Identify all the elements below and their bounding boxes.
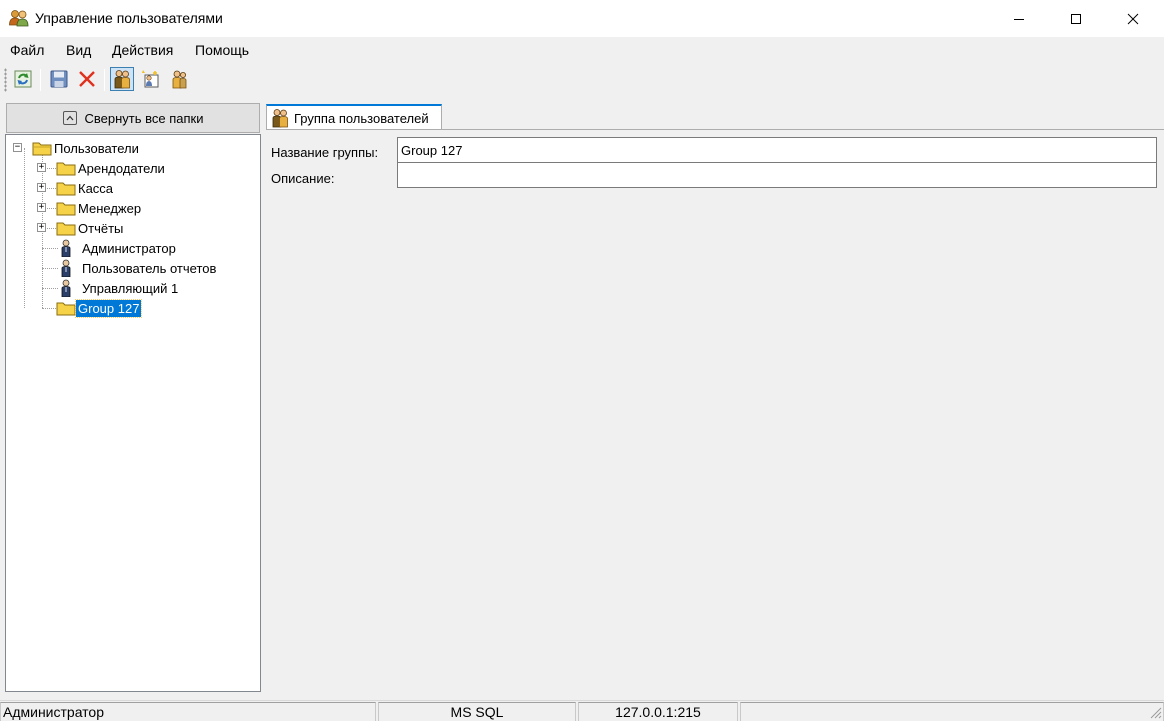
- collapse-all-folders-label: Свернуть все папки: [84, 110, 204, 126]
- resize-grip-icon[interactable]: [1150, 707, 1162, 719]
- tree-expand-toggle[interactable]: +: [37, 203, 46, 212]
- user-icon: [61, 239, 71, 257]
- tab-user-group[interactable]: Группа пользователей: [266, 104, 442, 130]
- status-server: 127.0.0.1:215: [578, 702, 738, 721]
- tree-item-label: Управляющий 1: [82, 280, 179, 296]
- menu-help[interactable]: Помощь: [195, 42, 249, 58]
- delete-button[interactable]: [75, 67, 99, 91]
- status-empty: [740, 702, 1164, 721]
- tree-connector: [42, 288, 58, 289]
- tab-label: Группа пользователей: [294, 110, 429, 126]
- tree-item-folder[interactable]: Арендодатели: [56, 158, 167, 178]
- users-group-icon: [9, 9, 29, 27]
- folder-open-icon: [32, 142, 52, 156]
- tree-item-label: Пользователь отчетов: [82, 260, 217, 276]
- new-folder-button[interactable]: [139, 67, 163, 91]
- tree-connector: [42, 268, 58, 269]
- maximize-icon: [1071, 13, 1081, 24]
- description-label: Описание:: [271, 171, 335, 186]
- toolbar: [0, 63, 1164, 97]
- close-icon: [1127, 13, 1139, 24]
- status-server-text: 127.0.0.1:215: [615, 704, 701, 720]
- tree-item-label: Group 127: [74, 298, 143, 318]
- collapse-all-folders-button[interactable]: Свернуть все папки: [6, 103, 260, 133]
- folder-icon: [56, 182, 76, 196]
- tree-item-label: Пользователи: [54, 140, 139, 156]
- tree-item-label: Отчёты: [78, 220, 124, 236]
- title-bar: Управление пользователями: [0, 0, 1164, 37]
- tree-item-label: Администратор: [82, 240, 176, 256]
- tree-expand-toggle[interactable]: +: [37, 183, 46, 192]
- status-bar: Администратор MS SQL 127.0.0.1:215: [0, 700, 1164, 721]
- close-button[interactable]: [1104, 0, 1162, 37]
- menu-actions[interactable]: Действия: [112, 42, 173, 58]
- tree-item-user[interactable]: Администратор: [58, 238, 178, 258]
- tree-collapse-toggle[interactable]: −: [13, 143, 22, 152]
- tree-item-root[interactable]: Пользователи: [32, 138, 141, 158]
- user-group-button[interactable]: [110, 67, 134, 91]
- tree-expand-toggle[interactable]: +: [37, 163, 46, 172]
- toolbar-separator: [40, 69, 41, 91]
- status-db-text: MS SQL: [450, 704, 504, 720]
- menu-view[interactable]: Вид: [66, 42, 91, 58]
- minimize-button[interactable]: [990, 0, 1048, 37]
- refresh-icon: [14, 70, 32, 88]
- tree-item-label: Касса: [78, 180, 114, 196]
- delete-icon: [79, 71, 95, 87]
- tree-item-user[interactable]: Пользователь отчетов: [58, 258, 218, 278]
- group-name-label: Название группы:: [271, 145, 379, 160]
- new-folder-icon: [142, 70, 159, 88]
- group-name-input[interactable]: [397, 137, 1157, 163]
- user-icon: [61, 259, 71, 277]
- minimize-icon: [1014, 18, 1024, 20]
- user-group-icon: [114, 70, 130, 89]
- tab-panel-border: [266, 129, 1164, 130]
- status-db: MS SQL: [378, 702, 576, 721]
- menu-bar: Файл Вид Действия Помощь: [0, 37, 1164, 63]
- maximize-button[interactable]: [1047, 0, 1105, 37]
- user-tree[interactable]: − Пользователи + Арендодатели + Касса + …: [5, 134, 261, 692]
- menu-file[interactable]: Файл: [10, 42, 44, 58]
- user-icon: [61, 279, 71, 297]
- tree-item-label: Менеджер: [78, 200, 142, 216]
- tree-item-folder[interactable]: Менеджер: [56, 198, 143, 218]
- folder-icon: [56, 222, 76, 236]
- description-input[interactable]: [397, 162, 1157, 188]
- tree-item-user[interactable]: Управляющий 1: [58, 278, 180, 298]
- tree-item-folder[interactable]: Отчёты: [56, 218, 125, 238]
- new-user-icon: [172, 70, 187, 89]
- save-icon: [50, 70, 68, 88]
- tree-item-folder[interactable]: Касса: [56, 178, 115, 198]
- status-user-text: Администратор: [3, 704, 105, 720]
- new-user-button[interactable]: [167, 67, 191, 91]
- toolbar-grip[interactable]: [4, 68, 7, 92]
- folder-icon: [56, 302, 76, 316]
- window-title: Управление пользователями: [35, 10, 223, 26]
- refresh-button[interactable]: [11, 67, 35, 91]
- toolbar-separator: [104, 69, 105, 91]
- tree-connector: [42, 248, 58, 249]
- tree-item-group-selected[interactable]: Group 127: [56, 298, 143, 318]
- tree-item-label: Арендодатели: [78, 160, 165, 176]
- tree-connector: [24, 148, 25, 308]
- save-button[interactable]: [47, 67, 71, 91]
- tree-expand-toggle[interactable]: +: [37, 223, 46, 232]
- status-user: Администратор: [0, 702, 376, 721]
- chevron-up-icon: [62, 111, 77, 125]
- user-group-icon: [272, 109, 288, 128]
- pane-splitter[interactable]: [262, 103, 266, 698]
- folder-icon: [56, 202, 76, 216]
- folder-icon: [56, 162, 76, 176]
